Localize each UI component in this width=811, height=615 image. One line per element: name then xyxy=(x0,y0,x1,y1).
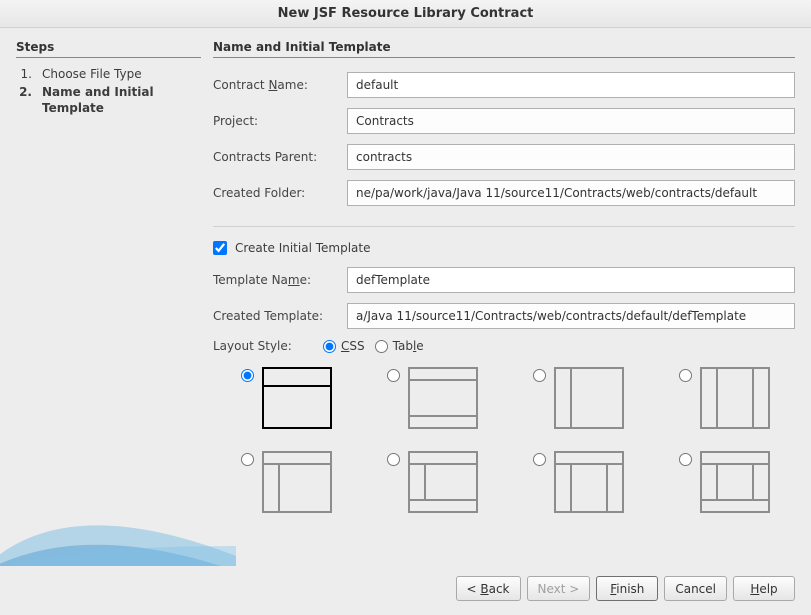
layout-radio-6[interactable] xyxy=(387,453,400,466)
step-number: 2. xyxy=(18,84,32,116)
layout-thumb-left-col[interactable] xyxy=(554,367,624,429)
layout-style-css-radio[interactable] xyxy=(323,340,336,353)
help-button[interactable]: Help xyxy=(733,576,795,601)
layout-option-3[interactable] xyxy=(533,367,639,429)
step-label: Choose File Type xyxy=(42,66,201,82)
layout-option-7[interactable] xyxy=(533,451,639,513)
back-button[interactable]: < Back xyxy=(456,576,521,601)
cancel-button[interactable]: Cancel xyxy=(664,576,727,601)
layout-templates-grid xyxy=(213,367,795,513)
project-input xyxy=(347,108,795,134)
layout-style-table-option[interactable]: Table xyxy=(375,339,424,353)
row-created-template: Created Template: xyxy=(213,303,795,329)
decorative-swoosh xyxy=(0,446,236,566)
layout-thumb-header-left[interactable] xyxy=(262,451,332,513)
created-folder-input xyxy=(347,180,795,206)
create-initial-template-checkbox[interactable] xyxy=(213,241,227,255)
layout-style-label: Layout Style: xyxy=(213,339,313,353)
layout-thumb-header-left-right[interactable] xyxy=(554,451,624,513)
row-contracts-parent: Contracts Parent: xyxy=(213,144,795,170)
template-name-label: Template Name: xyxy=(213,273,339,287)
row-create-initial-template: Create Initial Template xyxy=(213,241,795,255)
layout-radio-5[interactable] xyxy=(241,453,254,466)
create-initial-template-label[interactable]: Create Initial Template xyxy=(235,241,370,255)
layout-option-8[interactable] xyxy=(679,451,785,513)
row-contract-name: Contract Name: xyxy=(213,72,795,98)
wizard-buttonbar: < Back Next > Finish Cancel Help xyxy=(0,566,811,615)
created-template-input xyxy=(347,303,795,329)
created-template-label: Created Template: xyxy=(213,309,339,323)
panel-heading: Name and Initial Template xyxy=(213,40,795,58)
contract-name-label: Contract Name: xyxy=(213,78,339,92)
layout-option-4[interactable] xyxy=(679,367,785,429)
steps-list: 1. Choose File Type 2. Name and Initial … xyxy=(16,66,201,117)
contract-name-input[interactable] xyxy=(347,72,795,98)
layout-radio-7[interactable] xyxy=(533,453,546,466)
row-template-name: Template Name: xyxy=(213,267,795,293)
layout-option-6[interactable] xyxy=(387,451,493,513)
layout-option-5[interactable] xyxy=(241,451,347,513)
main-area: Steps 1. Choose File Type 2. Name and In… xyxy=(0,28,811,566)
layout-radio-3[interactable] xyxy=(533,369,546,382)
layout-thumb-header-footer-left-right[interactable] xyxy=(700,451,770,513)
window-titlebar: New JSF Resource Library Contract xyxy=(0,0,811,28)
finish-button[interactable]: Finish xyxy=(596,576,658,601)
window-title: New JSF Resource Library Contract xyxy=(278,6,534,21)
step-item-2: 2. Name and Initial Template xyxy=(18,84,201,116)
row-created-folder: Created Folder: xyxy=(213,180,795,206)
layout-option-2[interactable] xyxy=(387,367,493,429)
layout-thumb-left-right-col[interactable] xyxy=(700,367,770,429)
created-folder-label: Created Folder: xyxy=(213,186,339,200)
step-label: Name and Initial Template xyxy=(42,84,201,116)
next-button: Next > xyxy=(527,576,591,601)
contracts-parent-input xyxy=(347,144,795,170)
layout-radio-2[interactable] xyxy=(387,369,400,382)
layout-thumb-header-only[interactable] xyxy=(262,367,332,429)
layout-radio-1[interactable] xyxy=(241,369,254,382)
layout-radio-8[interactable] xyxy=(679,453,692,466)
contracts-parent-label: Contracts Parent: xyxy=(213,150,339,164)
step-item-1: 1. Choose File Type xyxy=(18,66,201,82)
layout-radio-4[interactable] xyxy=(679,369,692,382)
step-number: 1. xyxy=(18,66,32,82)
layout-style-table-radio[interactable] xyxy=(375,340,388,353)
layout-style-css-option[interactable]: CSS xyxy=(323,339,365,353)
row-project: Project: xyxy=(213,108,795,134)
template-name-input[interactable] xyxy=(347,267,795,293)
content-panel: Name and Initial Template Contract Name:… xyxy=(213,40,795,566)
layout-option-1[interactable] xyxy=(241,367,347,429)
steps-heading: Steps xyxy=(16,40,201,58)
layout-thumb-header-footer[interactable] xyxy=(408,367,478,429)
row-layout-style: Layout Style: CSS Table xyxy=(213,339,795,353)
section-divider xyxy=(213,226,795,227)
layout-thumb-header-footer-left[interactable] xyxy=(408,451,478,513)
project-label: Project: xyxy=(213,114,339,128)
steps-sidebar: Steps 1. Choose File Type 2. Name and In… xyxy=(16,40,201,566)
